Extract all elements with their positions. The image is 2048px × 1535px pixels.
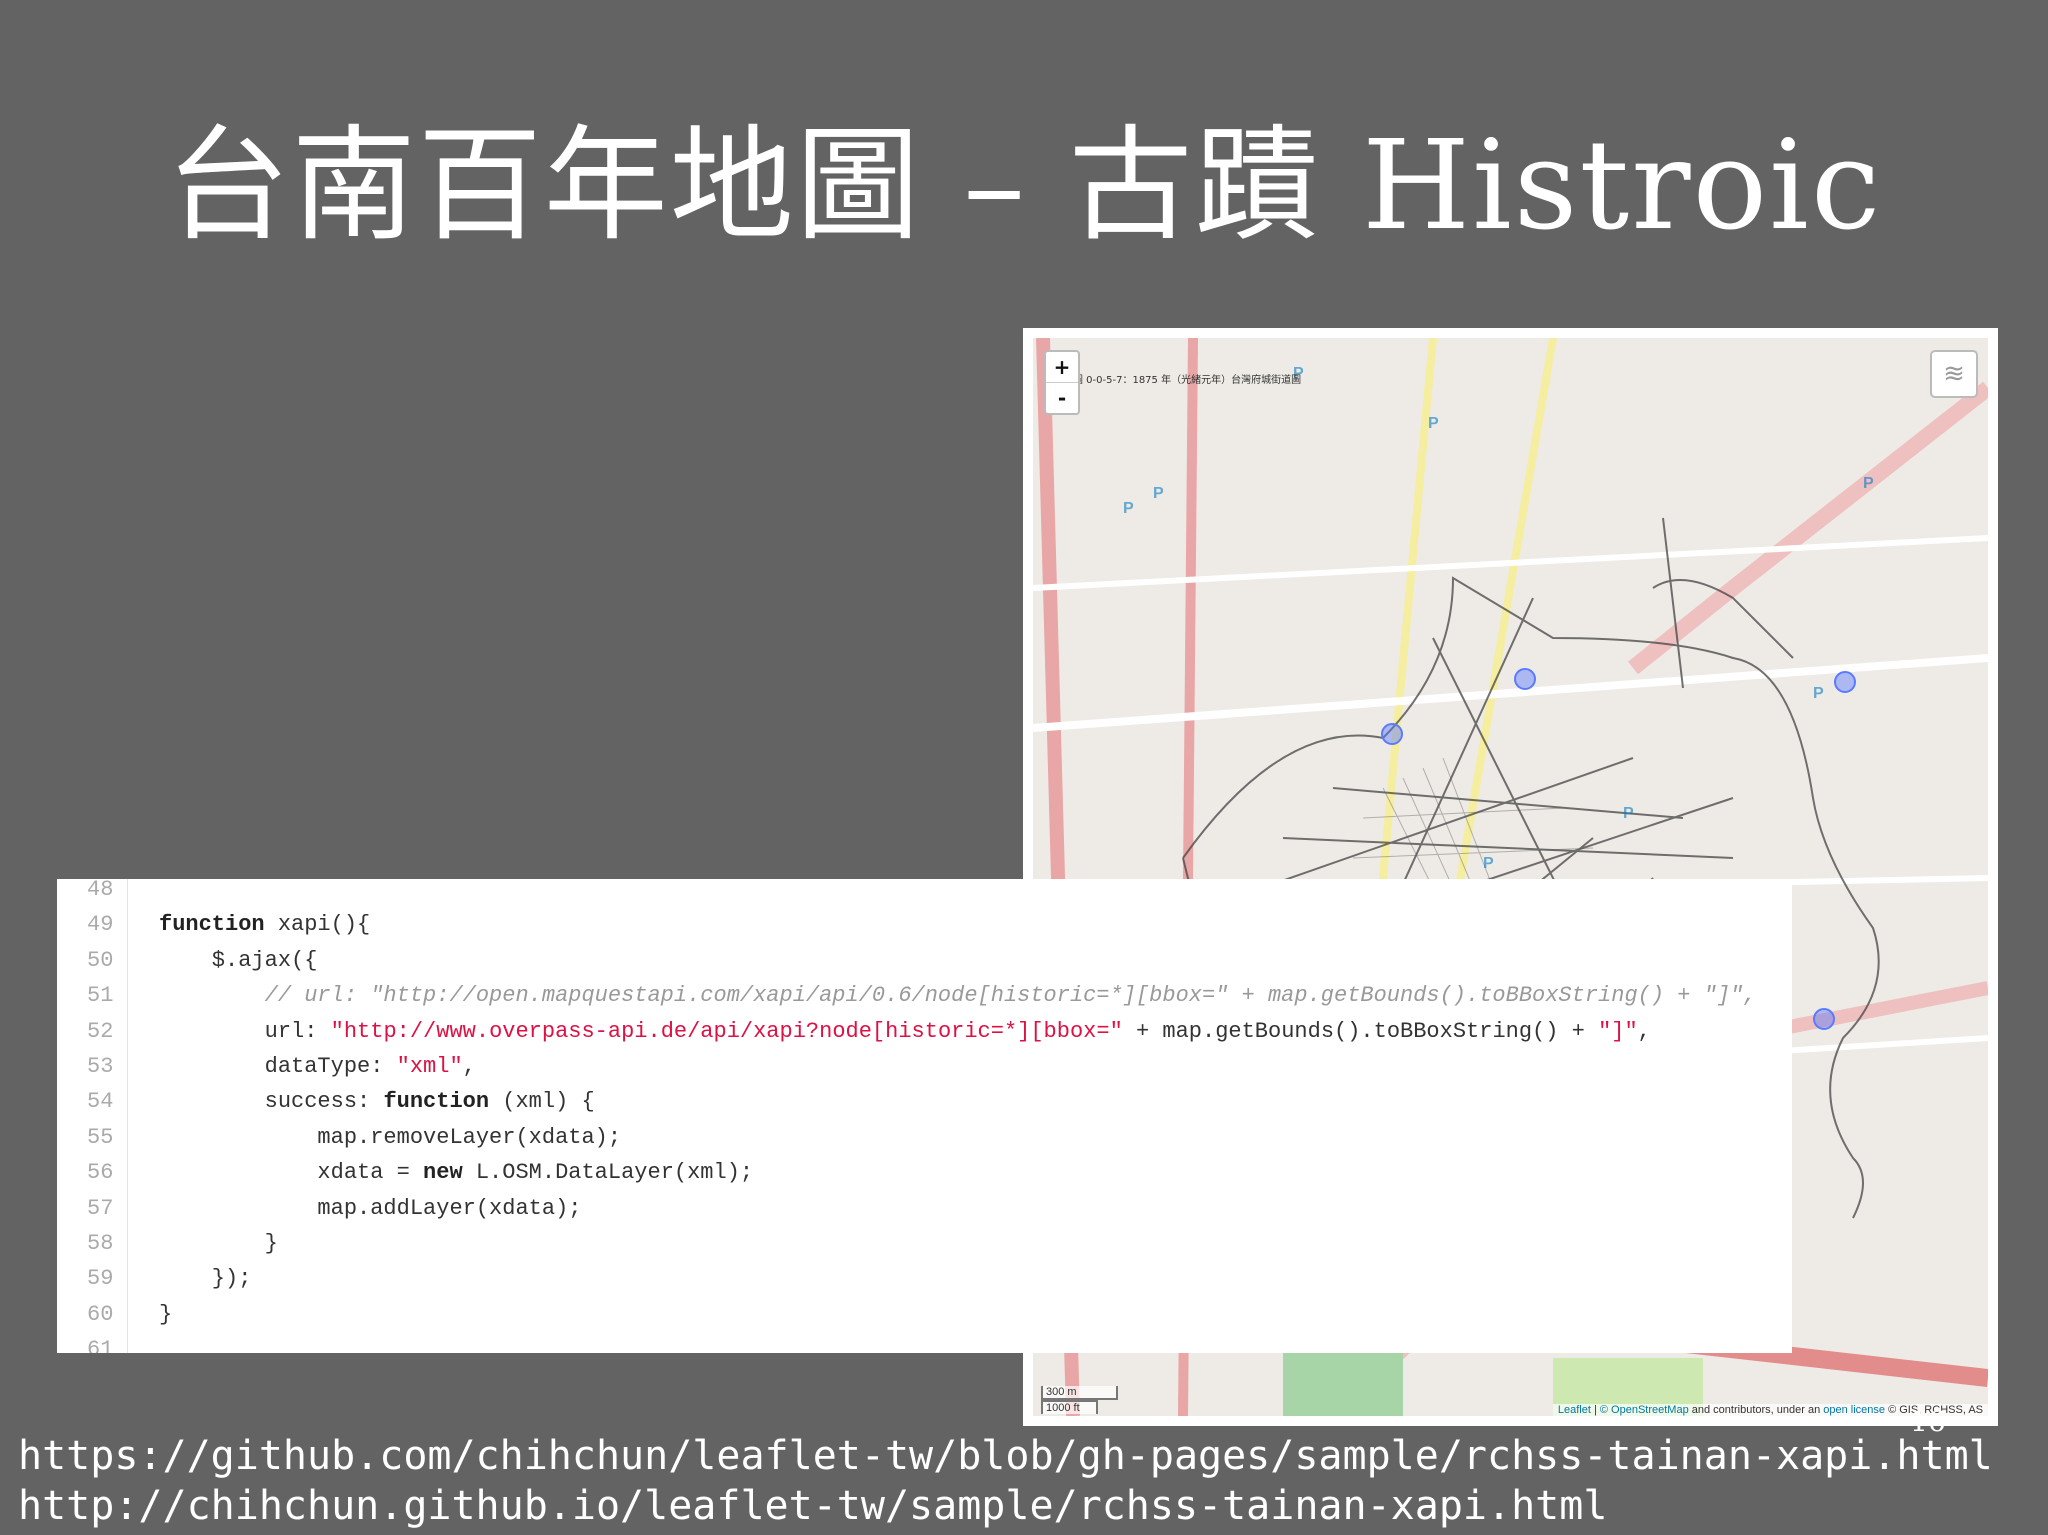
line-number: 51 — [87, 983, 114, 1009]
code-token: } — [159, 1301, 173, 1327]
code-token: url: — [159, 1018, 331, 1044]
code-token: $.ajax({ — [159, 947, 318, 973]
code-snippet: 48 49 function xapi(){ 50 $.ajax({ 51 // url… — [57, 879, 1792, 1353]
code-text: xdata = new L.OSM.DataLayer(xml); — [159, 1155, 753, 1190]
code-token: dataType: — [159, 1054, 397, 1079]
line-number: 50 — [87, 947, 114, 973]
historic-marker[interactable] — [1381, 723, 1403, 745]
code-token: map.addLayer(xdata); — [159, 1195, 582, 1221]
line-number: 52 — [87, 1018, 114, 1044]
attribution-text: and contributors, under an — [1688, 1404, 1824, 1416]
line-number: 55 — [87, 1124, 114, 1150]
code-token: "xml" — [396, 1054, 463, 1079]
code-text: }); — [159, 1261, 252, 1296]
line-number: 48 — [87, 879, 114, 902]
historic-marker[interactable] — [1813, 1008, 1835, 1030]
code-text: } — [159, 1226, 278, 1261]
line-number: 58 — [87, 1231, 114, 1256]
zoom-in-button[interactable]: + — [1046, 352, 1078, 382]
code-token: , — [1637, 1018, 1651, 1044]
code-token: function — [159, 912, 265, 938]
code-text: dataType: "xml", — [159, 1049, 476, 1084]
line-number: 59 — [87, 1266, 114, 1292]
code-text: success: function (xml) { — [159, 1084, 595, 1119]
code-token: success: — [159, 1089, 384, 1115]
scale-metric: 300 m — [1041, 1386, 1118, 1400]
svg-text:P: P — [1813, 685, 1824, 702]
code-text: map.removeLayer(xdata); — [159, 1120, 621, 1155]
code-token: }); — [159, 1266, 252, 1292]
code-text: function xapi(){ — [159, 907, 370, 942]
overlay-caption: 圖 0-0-5-7：1875 年（光緒元年）台灣府城街道圖 — [1073, 373, 1301, 386]
code-token: } — [159, 1231, 278, 1256]
line-number: 60 — [87, 1301, 114, 1327]
code-token: (xml) { — [489, 1089, 595, 1115]
github-source-link[interactable]: https://github.com/chihchun/leaflet-tw/b… — [18, 1433, 1993, 1479]
code-token: // url: "http://open.mapquestapi.com/xap… — [159, 983, 1757, 1009]
gutter-divider — [127, 879, 128, 1353]
svg-text:P: P — [1623, 805, 1634, 822]
historic-marker[interactable] — [1834, 671, 1856, 693]
code-text: $.ajax({ — [159, 943, 318, 978]
license-link[interactable]: open license — [1823, 1404, 1885, 1416]
line-number: 61 — [87, 1337, 114, 1353]
svg-text:P: P — [1153, 485, 1164, 502]
code-text: url: "http://www.overpass-api.de/api/xap… — [159, 1014, 1651, 1049]
line-number: 57 — [87, 1195, 114, 1221]
svg-text:P: P — [1428, 415, 1439, 432]
line-number: 49 — [87, 912, 114, 938]
zoom-out-button[interactable]: - — [1046, 382, 1078, 413]
code-token: xapi(){ — [264, 912, 371, 938]
code-text: } — [159, 1297, 172, 1332]
historic-marker[interactable] — [1514, 668, 1536, 690]
code-text: // url: "http://open.mapquestapi.com/xap… — [159, 978, 1757, 1013]
code-token: L.OSM.DataLayer(xml); — [462, 1160, 754, 1186]
code-token: function — [383, 1089, 490, 1115]
slide-title: 台南百年地圖 – 古蹟 Histroic — [165, 114, 1883, 258]
code-token: , — [462, 1054, 476, 1079]
scale-bar: 300 m 1000 ft — [1041, 1386, 1118, 1414]
line-number: 56 — [87, 1160, 114, 1186]
line-number: 53 — [87, 1054, 114, 1079]
code-token: "http://www.overpass-api.de/api/xapi?nod… — [330, 1018, 1123, 1044]
layers-icon: ≋ — [1943, 359, 1965, 389]
code-token: new — [423, 1160, 463, 1186]
leaflet-link[interactable]: Leaflet — [1558, 1404, 1591, 1416]
scale-imperial: 1000 ft — [1041, 1400, 1098, 1414]
code-token: "]" — [1598, 1018, 1638, 1044]
code-token: map.removeLayer(xdata); — [159, 1124, 622, 1150]
code-text: map.addLayer(xdata); — [159, 1191, 581, 1226]
osm-link[interactable]: © OpenStreetMap — [1600, 1404, 1689, 1416]
line-number: 54 — [87, 1089, 114, 1115]
code-token: + map.getBounds().toBBoxString() + — [1122, 1018, 1599, 1044]
layers-control-button[interactable]: ≋ — [1930, 350, 1978, 398]
svg-text:P: P — [1483, 855, 1494, 872]
code-token: xdata = — [159, 1160, 424, 1186]
demo-page-link[interactable]: http://chihchun.github.io/leaflet-tw/sam… — [18, 1483, 1607, 1529]
svg-text:P: P — [1863, 475, 1874, 492]
svg-text:P: P — [1123, 500, 1134, 517]
zoom-control: + - — [1044, 350, 1080, 415]
